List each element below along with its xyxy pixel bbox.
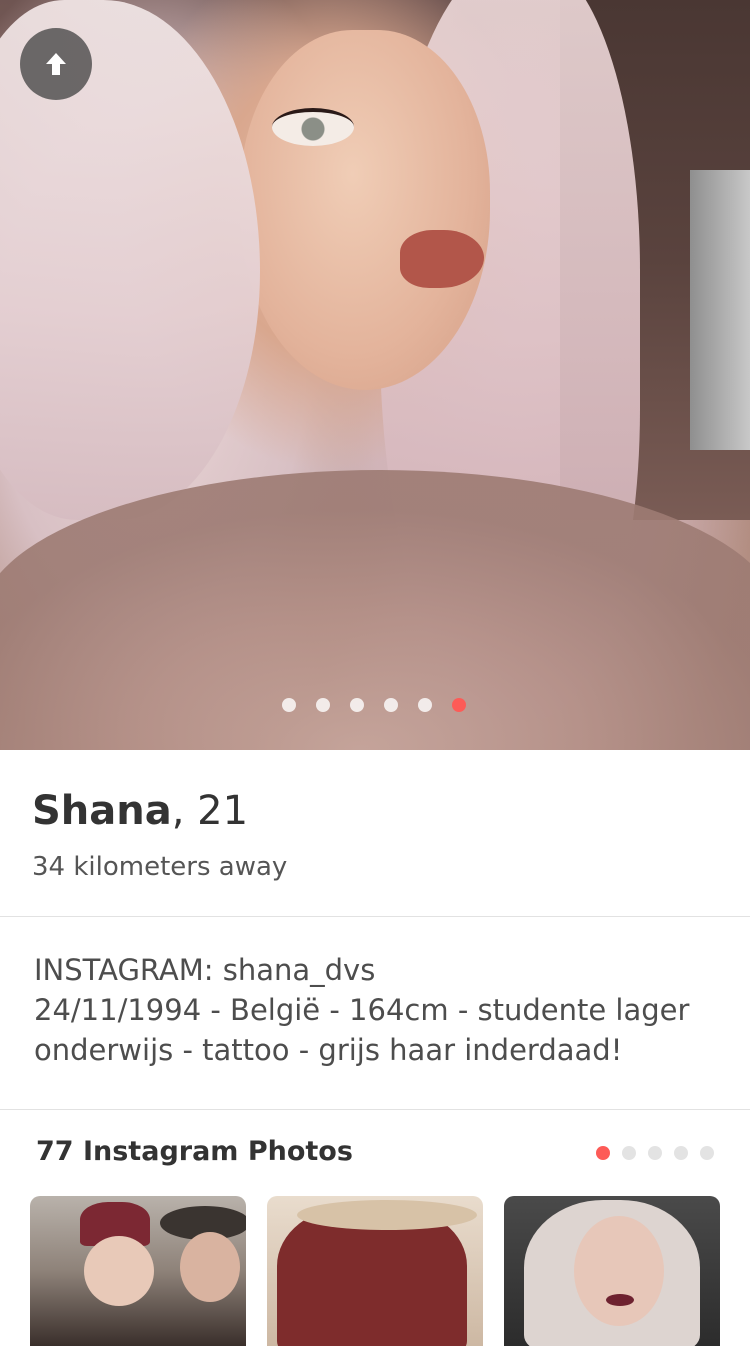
profile-distance: 34 kilometers away: [32, 852, 288, 882]
profile-name: Shana: [32, 788, 172, 834]
instagram-page-dot[interactable]: [700, 1146, 714, 1160]
photo-dot[interactable]: [282, 698, 296, 712]
photo-dot[interactable]: [384, 698, 398, 712]
photo-pager[interactable]: [282, 698, 466, 714]
instagram-thumbnail[interactable]: [30, 1196, 246, 1346]
instagram-page-dot[interactable]: [674, 1146, 688, 1160]
bio-line: onderwijs - tattoo - grijs haar inderdaa…: [34, 1033, 623, 1067]
profile-bio: INSTAGRAM: shana_dvs 24/11/1994 - België…: [0, 917, 750, 1110]
instagram-thumbnail[interactable]: [504, 1196, 720, 1346]
arrow-up-icon: [46, 53, 66, 75]
profile-header: Shana, 21 34 kilometers away: [0, 750, 750, 917]
eye: [272, 108, 354, 146]
photo-dot[interactable]: [418, 698, 432, 712]
bio-line: 24/11/1994 - België - 164cm - studente l…: [34, 993, 690, 1027]
background-fixture: [690, 170, 750, 450]
instagram-thumbnails: [30, 1196, 720, 1346]
instagram-page-dot[interactable]: [596, 1146, 610, 1160]
profile-photo[interactable]: [0, 0, 750, 750]
instagram-page-dot[interactable]: [622, 1146, 636, 1160]
instagram-header: 77 Instagram Photos: [36, 1136, 353, 1167]
instagram-thumbnail[interactable]: [267, 1196, 483, 1346]
instagram-pager[interactable]: [596, 1146, 714, 1160]
face: [240, 30, 490, 390]
photo-dot[interactable]: [316, 698, 330, 712]
instagram-page-dot[interactable]: [648, 1146, 662, 1160]
profile-age: , 21: [171, 788, 249, 834]
collapse-button[interactable]: [20, 28, 92, 100]
photo-dot[interactable]: [452, 698, 466, 712]
name-age: Shana, 21: [32, 788, 248, 834]
photo-dot[interactable]: [350, 698, 364, 712]
bio-line: INSTAGRAM: shana_dvs: [34, 953, 376, 987]
